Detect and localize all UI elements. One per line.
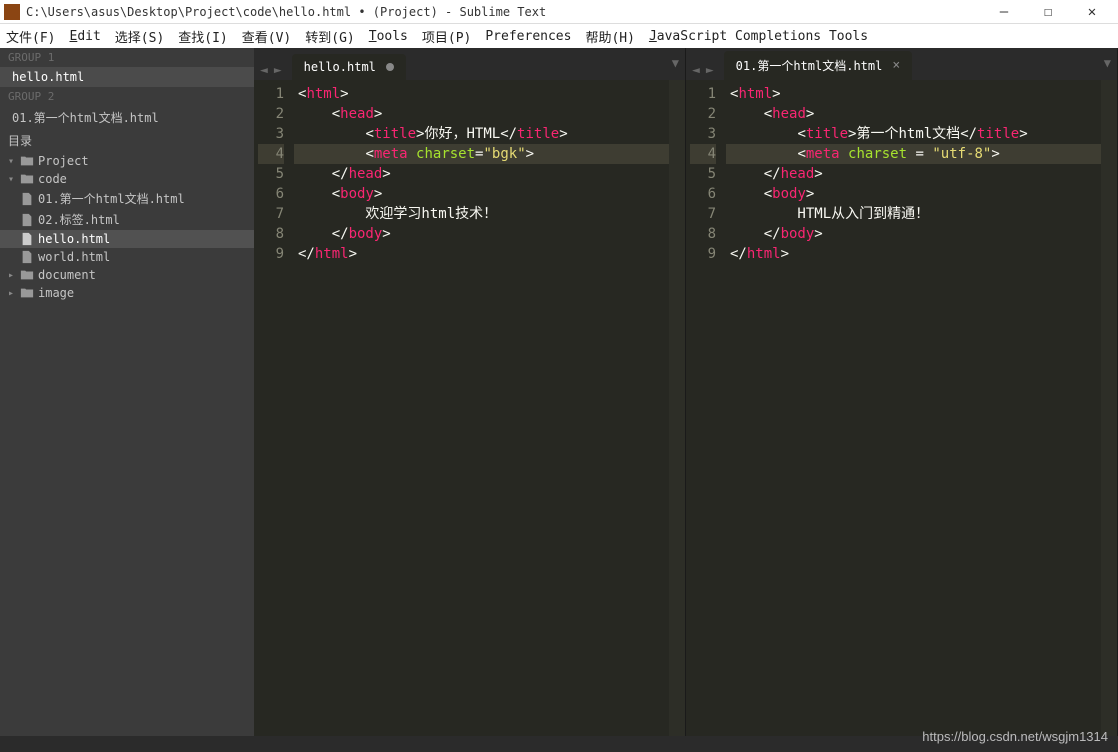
tree-folder-document[interactable]: ▸ document <box>0 266 254 284</box>
file-icon <box>20 213 34 227</box>
code-line[interactable]: <title>第一个html文档</title> <box>726 124 1101 144</box>
code-line[interactable]: <html> <box>726 84 1101 104</box>
tree-file[interactable]: 02.标签.html <box>0 209 254 230</box>
editor-pane: ◄► 01.第一个html文档.html × ▼ 123456789<html> <he… <box>686 48 1118 736</box>
file-icon <box>20 232 34 246</box>
menu-tools[interactable]: Tools <box>369 29 408 44</box>
menu-goto[interactable]: 转到(G) <box>305 27 354 46</box>
menu-preferences[interactable]: Preferences <box>485 29 571 44</box>
tree-file[interactable]: hello.html <box>0 230 254 248</box>
menu-find[interactable]: 查找(I) <box>178 27 227 46</box>
app-icon <box>4 4 20 20</box>
tree-file[interactable]: 01.第一个html文档.html <box>0 188 254 209</box>
chevron-down-icon: ▾ <box>8 174 18 185</box>
tab-dropdown-icon[interactable]: ▼ <box>1104 56 1111 70</box>
code-line[interactable]: </html> <box>726 244 1101 264</box>
tab-label: 01.第一个html文档.html <box>736 57 883 74</box>
folder-icon <box>20 268 34 282</box>
code-line[interactable]: 欢迎学习html技术！ <box>294 204 669 224</box>
code-line[interactable]: <body> <box>294 184 669 204</box>
code-line[interactable]: </html> <box>294 244 669 264</box>
chevron-down-icon: ▾ <box>8 156 18 167</box>
code-line[interactable]: <meta charset = "utf-8"> <box>726 144 1101 164</box>
menu-project[interactable]: 项目(P) <box>422 27 471 46</box>
tree-label: Project <box>38 154 89 168</box>
tree-label: image <box>38 286 74 300</box>
folder-icon <box>20 286 34 300</box>
code-line[interactable]: <html> <box>294 84 669 104</box>
code-line[interactable]: </head> <box>294 164 669 184</box>
code-line[interactable]: <body> <box>726 184 1101 204</box>
tree-label: world.html <box>38 250 110 264</box>
tree-folder-image[interactable]: ▸ image <box>0 284 254 302</box>
code-line[interactable]: </head> <box>726 164 1101 184</box>
tab-bar: ◄► hello.html ▼ <box>254 48 685 80</box>
tree-folder-code[interactable]: ▾ code <box>0 170 254 188</box>
window-title: C:\Users\asus\Desktop\Project\code\hello… <box>26 5 546 19</box>
code-line[interactable]: <head> <box>294 104 669 124</box>
line-gutter: 123456789 <box>254 80 294 736</box>
maximize-button[interactable]: ☐ <box>1026 1 1070 23</box>
dirty-indicator-icon <box>386 63 394 71</box>
menu-edit[interactable]: Edit <box>69 29 100 44</box>
menu-help[interactable]: 帮助(H) <box>585 27 634 46</box>
open-file-item[interactable]: 01.第一个html文档.html <box>0 106 254 129</box>
folder-icon <box>20 154 34 168</box>
file-icon <box>20 250 34 264</box>
minimap[interactable] <box>1101 80 1117 736</box>
file-tab[interactable]: 01.第一个html文档.html × <box>724 51 913 80</box>
group-header-1: GROUP 1 <box>0 48 254 67</box>
folders-heading: 目录 <box>0 129 254 152</box>
tree-label: document <box>38 268 96 282</box>
line-gutter: 123456789 <box>686 80 726 736</box>
close-tab-icon[interactable]: × <box>892 58 900 73</box>
open-file-item[interactable]: hello.html <box>0 67 254 87</box>
tab-prev-icon[interactable]: ◄ <box>690 61 702 80</box>
minimize-button[interactable]: — <box>982 1 1026 23</box>
tree-label: code <box>38 172 67 186</box>
editor-pane: ◄► hello.html ▼ 123456789<html> <head> <tit… <box>254 48 686 736</box>
code-line[interactable]: HTML从入门到精通！ <box>726 204 1101 224</box>
chevron-right-icon: ▸ <box>8 270 18 281</box>
menu-jscompletions[interactable]: JavaScript Completions Tools <box>649 29 868 44</box>
code-line[interactable]: </body> <box>294 224 669 244</box>
file-tab[interactable]: hello.html <box>292 54 406 80</box>
tab-label: hello.html <box>304 60 376 74</box>
group-header-2: GROUP 2 <box>0 87 254 106</box>
code-line[interactable]: </body> <box>726 224 1101 244</box>
code-content[interactable]: <html> <head> <title>你好，HTML</title> <me… <box>294 80 669 736</box>
chevron-right-icon: ▸ <box>8 288 18 299</box>
code-line[interactable]: <meta charset="bgk"> <box>294 144 669 164</box>
sidebar: GROUP 1 hello.html GROUP 2 01.第一个html文档.… <box>0 48 254 736</box>
menu-file[interactable]: 文件(F) <box>6 27 55 46</box>
tab-next-icon[interactable]: ► <box>272 61 284 80</box>
code-editor[interactable]: 123456789<html> <head> <title>你好，HTML</t… <box>254 80 685 736</box>
tab-dropdown-icon[interactable]: ▼ <box>672 56 679 70</box>
close-button[interactable]: ✕ <box>1070 1 1114 23</box>
tab-prev-icon[interactable]: ◄ <box>258 61 270 80</box>
watermark-text: https://blog.csdn.net/wsgjm1314 <box>922 729 1108 744</box>
code-content[interactable]: <html> <head> <title>第一个html文档</title> <… <box>726 80 1101 736</box>
menu-view[interactable]: 查看(V) <box>242 27 291 46</box>
minimap[interactable] <box>669 80 685 736</box>
tree-file[interactable]: world.html <box>0 248 254 266</box>
code-line[interactable]: <head> <box>726 104 1101 124</box>
tab-bar: ◄► 01.第一个html文档.html × ▼ <box>686 48 1117 80</box>
menu-bar: 文件(F) Edit 选择(S) 查找(I) 查看(V) 转到(G) Tools… <box>0 24 1118 48</box>
tab-next-icon[interactable]: ► <box>704 61 716 80</box>
window-titlebar: C:\Users\asus\Desktop\Project\code\hello… <box>0 0 1118 24</box>
tree-folder-project[interactable]: ▾ Project <box>0 152 254 170</box>
menu-select[interactable]: 选择(S) <box>115 27 164 46</box>
code-editor[interactable]: 123456789<html> <head> <title>第一个html文档<… <box>686 80 1117 736</box>
tree-label: 01.第一个html文档.html <box>38 190 185 207</box>
folder-icon <box>20 172 34 186</box>
code-line[interactable]: <title>你好，HTML</title> <box>294 124 669 144</box>
tree-label: hello.html <box>38 232 110 246</box>
file-icon <box>20 192 34 206</box>
tree-label: 02.标签.html <box>38 211 120 228</box>
